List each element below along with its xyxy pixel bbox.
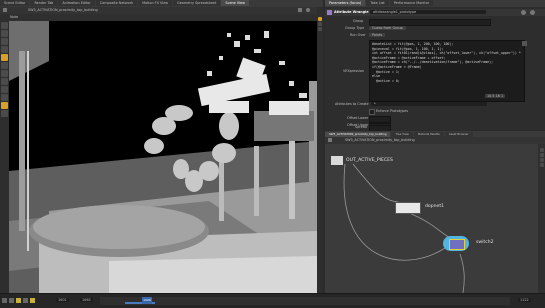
- camera-tool-icon[interactable]: [1, 110, 8, 117]
- param-node-name-field[interactable]: attribwrangle1_prototype: [370, 10, 486, 14]
- node-switch-body: [449, 239, 465, 250]
- net-tool-icon[interactable]: [539, 148, 544, 152]
- scene-viewport[interactable]: [9, 21, 317, 293]
- wireframe-icon[interactable]: [318, 27, 322, 31]
- magnet-tool-icon[interactable]: [1, 86, 8, 93]
- help-icon[interactable]: [530, 10, 535, 15]
- network-path[interactable]: SW3_ACTIVATION_proximity_top_building: [345, 138, 415, 142]
- group-type-dropdown[interactable]: Guess from Group: [369, 26, 406, 30]
- home-icon[interactable]: [3, 8, 7, 12]
- play-icon[interactable]: [16, 298, 21, 303]
- viewport-render: [9, 21, 317, 293]
- snap-tool-icon[interactable]: [1, 94, 8, 101]
- run-over-label: Run Over: [350, 33, 366, 37]
- move-tool-icon[interactable]: [1, 30, 8, 37]
- group-field[interactable]: [369, 19, 491, 26]
- vexpression-label: VEXpression: [343, 69, 365, 73]
- light-tool-icon[interactable]: [1, 102, 8, 109]
- run-over-dropdown[interactable]: Points: [369, 33, 386, 37]
- vex-field-value[interactable]: 10.5 16 1: [485, 94, 506, 98]
- code-line: @active = 0;: [372, 78, 400, 83]
- enforce-prototypes-label: Enforce Prototypes: [376, 109, 409, 113]
- net-tool-icon[interactable]: [539, 163, 544, 167]
- group-type-label: Group Type: [345, 26, 365, 30]
- display-option-icon[interactable]: [318, 17, 322, 21]
- vex-expand-icon[interactable]: [522, 41, 527, 46]
- network-tool-strip: [538, 144, 545, 293]
- node-type-icon: [327, 10, 332, 15]
- param-header: Attribute Wrangle attribwrangle1_prototy…: [325, 9, 545, 16]
- node-out-active-pieces[interactable]: [331, 156, 343, 165]
- param-node-type: Attribute Wrangle: [334, 10, 369, 14]
- net-tool-icon[interactable]: [539, 153, 544, 157]
- attrs-to-create-label: Attributes to Create: [335, 102, 369, 106]
- node-out-label: OUT_ACTIVE_PIECES: [346, 158, 393, 163]
- left-tool-strip: [0, 21, 9, 293]
- viewport-right-strip: [317, 7, 323, 293]
- tab-0[interactable]: Scene Editor: [0, 0, 30, 6]
- rotate-tool-icon[interactable]: [1, 38, 8, 45]
- scale-tool-icon[interactable]: [1, 46, 8, 53]
- timeline-cursor[interactable]: 1026: [142, 297, 152, 304]
- playback-controls: [2, 297, 52, 304]
- net-back-icon[interactable]: [328, 138, 332, 142]
- view-tool-icon[interactable]: [1, 70, 8, 77]
- enforce-prototypes-checkbox[interactable]: [369, 109, 375, 115]
- gear-icon[interactable]: [521, 10, 526, 15]
- attrs-to-create-field[interactable]: *: [371, 102, 487, 106]
- net-tool-icon[interactable]: [539, 158, 544, 162]
- node-graph: [343, 163, 465, 293]
- tab-take-list[interactable]: Take List: [366, 0, 389, 6]
- prev-frame-icon[interactable]: [9, 298, 14, 303]
- last-frame-icon[interactable]: [30, 298, 35, 303]
- tab-5[interactable]: Geometry Spreadsheet: [173, 0, 221, 6]
- parameters-panel: Attribute Wrangle attribwrangle1_prototy…: [325, 7, 545, 130]
- paint-tool-icon[interactable]: [1, 78, 8, 85]
- end-frame-field[interactable]: 1065: [80, 298, 93, 302]
- tab-4[interactable]: Motion FX View: [138, 0, 173, 6]
- node-dopnet-label: dopnet1: [425, 204, 445, 209]
- next-frame-icon[interactable]: [23, 298, 28, 303]
- tab-3[interactable]: Composite Network: [95, 0, 138, 6]
- timeline-track[interactable]: 1026: [100, 297, 510, 305]
- network-editor[interactable]: OUT_ACTIVE_PIECES dopnet1 switch2: [325, 144, 545, 293]
- first-frame-icon[interactable]: [2, 298, 7, 303]
- offset-lower-field[interactable]: [369, 116, 391, 123]
- timeline: 1001 1065 1026 1122: [0, 293, 545, 308]
- vex-code-editor[interactable]: #anoteList = fit(@pos, 1, 200, 100, 100)…: [369, 40, 525, 102]
- handle-tool-icon[interactable]: [1, 54, 8, 61]
- pose-tool-icon[interactable]: [1, 62, 8, 69]
- view-label: Note: [10, 15, 19, 19]
- select-tool-icon[interactable]: [1, 22, 8, 29]
- offset-lower-label: Offset Lower: [347, 116, 369, 120]
- tab-scene-view[interactable]: Scene View: [221, 0, 249, 6]
- viewport-toolbar: Note: [0, 14, 323, 21]
- viewport-path[interactable]: SW3_ACTIVATION_proximity_top_building: [28, 8, 98, 12]
- group-label: Group: [353, 19, 364, 23]
- tab-performance-monitor[interactable]: Performance Monitor: [389, 0, 434, 6]
- node-dopnet[interactable]: [395, 202, 421, 214]
- node-switch-label: switch2: [476, 240, 494, 245]
- start-frame-field[interactable]: 1001: [56, 298, 69, 302]
- timeline-right-value[interactable]: 1122: [518, 298, 531, 302]
- pin-icon[interactable]: [298, 8, 302, 12]
- shading-icon[interactable]: [318, 22, 322, 26]
- tab-2[interactable]: Animation Editor: [58, 0, 95, 6]
- settings-icon[interactable]: [306, 8, 310, 12]
- spread-label: Spread: [355, 125, 367, 129]
- tab-parameters[interactable]: Parameters (focus): [325, 0, 366, 6]
- tab-1[interactable]: Render Tab: [30, 0, 58, 6]
- network-path-bar: SW3_ACTIVATION_proximity_top_building: [325, 137, 545, 144]
